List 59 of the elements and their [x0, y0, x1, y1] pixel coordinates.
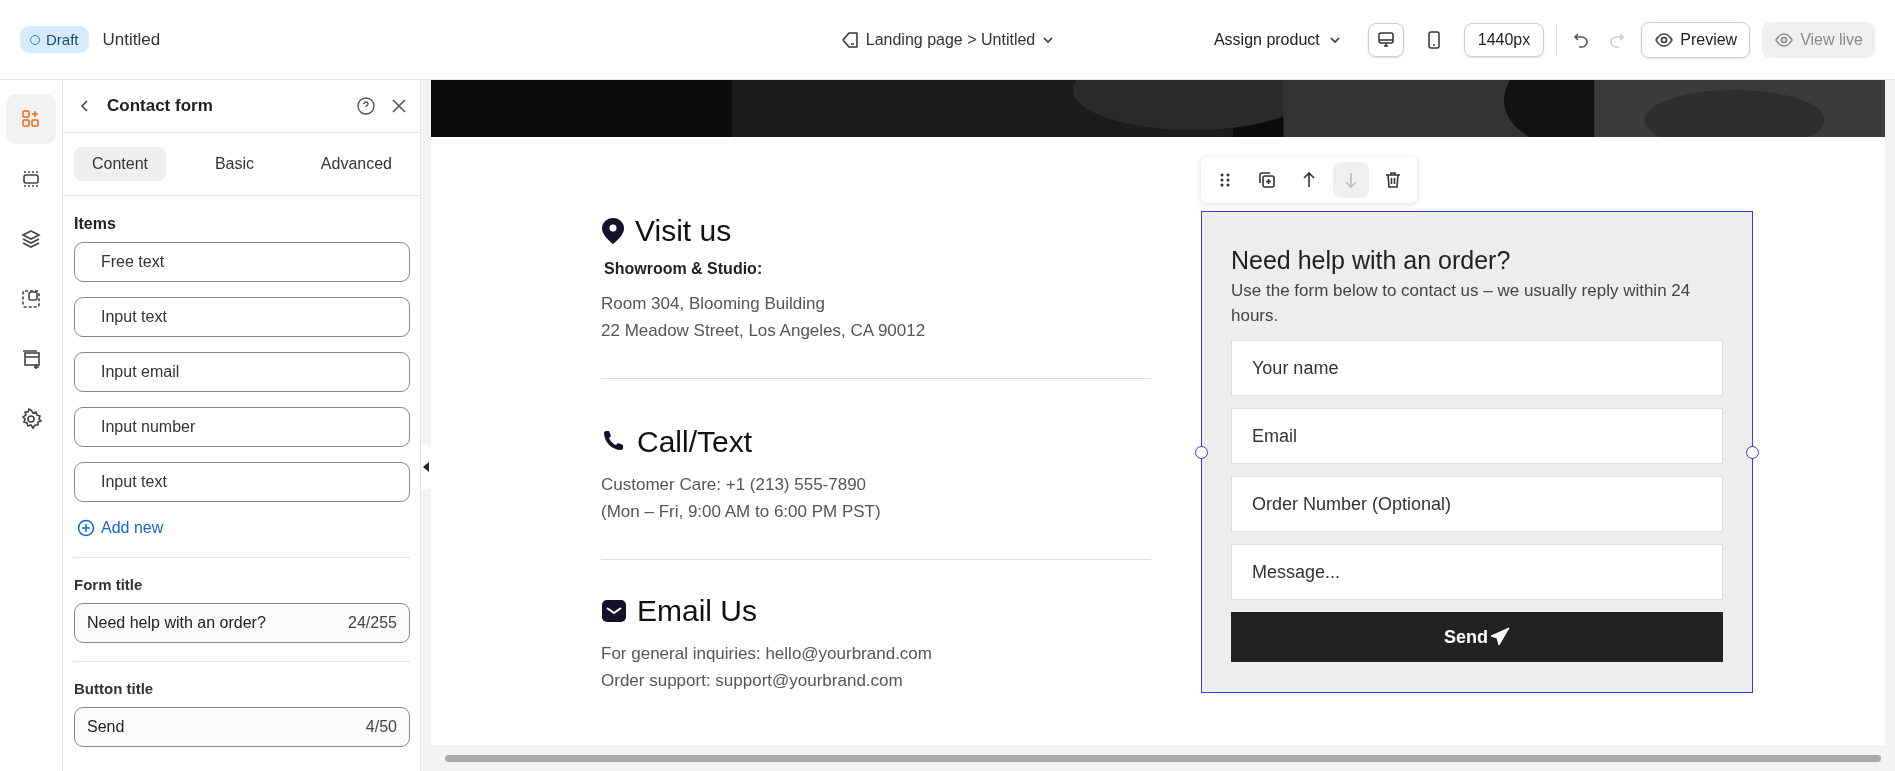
templates-icon: [20, 348, 42, 370]
layers-icon: [20, 228, 42, 250]
envelope-icon: [601, 599, 627, 623]
duplicate-icon: [1257, 170, 1277, 190]
close-icon[interactable]: [390, 97, 408, 115]
info-line: For general inquiries: hello@yourbrand.com: [601, 643, 933, 665]
section-heading: Email Us: [637, 594, 757, 628]
panel-tab[interactable]: Content: [74, 147, 167, 181]
tag-icon: [839, 29, 860, 50]
form-title-field[interactable]: Need help with an order? 24/255: [74, 603, 410, 643]
form-title: Need help with an order?: [1231, 246, 1512, 275]
form-item[interactable]: Input text: [74, 297, 410, 337]
add-new-link[interactable]: Add new: [74, 517, 167, 539]
info-line: (Mon – Fri, 9:00 AM to 6:00 PM PST): [601, 501, 882, 523]
width-field[interactable]: 1440px: [1463, 22, 1545, 57]
button-title-field[interactable]: Send 4/50: [74, 707, 410, 747]
elements-icon: [20, 288, 42, 310]
panel-tab[interactable]: Advanced: [302, 147, 410, 181]
paper-plane-icon: [1490, 627, 1510, 647]
section-subtitle: Showroom & Studio:: [604, 260, 764, 278]
page-selector[interactable]: Landing page > Untitled: [833, 28, 1062, 51]
info-line: Order support: support@yourbrand.com: [601, 670, 904, 692]
form-description: Use the form below to contact us – we usually reply within 24 hours.: [1231, 280, 1692, 327]
info-line: Customer Care: +1 (213) 555-7890: [601, 474, 868, 496]
send-button[interactable]: Send: [1231, 612, 1723, 662]
location-pin-icon: [601, 217, 625, 245]
add-icon: [20, 108, 42, 130]
trash-icon: [1383, 170, 1403, 190]
scrollbar[interactable]: [445, 754, 1881, 762]
collapse-handle[interactable]: [421, 444, 431, 490]
field-label: Form title: [74, 576, 144, 593]
form-item[interactable]: Input number: [74, 407, 410, 447]
field-label: Button title: [74, 680, 155, 697]
assign-product-dropdown[interactable]: Assign product: [1207, 29, 1348, 50]
section-heading: Call/Text: [637, 425, 753, 459]
info-line: Room 304, Blooming Building: [601, 293, 826, 315]
input-field[interactable]: Order Number (Optional): [1231, 476, 1723, 532]
panel-title: Contact form: [107, 96, 214, 116]
input-field[interactable]: Message...: [1231, 544, 1723, 600]
form-item[interactable]: Free text: [74, 242, 410, 282]
input-field[interactable]: Your name: [1231, 340, 1723, 396]
section-heading: Visit us: [635, 214, 732, 248]
desktop-view-button[interactable]: [1367, 22, 1404, 57]
add-tool-button[interactable]: [6, 94, 56, 144]
page-name: Untitled: [102, 29, 161, 50]
preview-button[interactable]: Preview: [1641, 21, 1751, 58]
section-label: Items: [74, 215, 117, 233]
form-item[interactable]: Input text: [74, 462, 410, 502]
info-line: 22 Meadow Street, Los Angeles, CA 90012: [601, 320, 927, 342]
plus-circle-icon: [77, 519, 95, 537]
sections-icon: [20, 168, 42, 190]
status-badge: Draft: [20, 26, 89, 53]
help-icon[interactable]: [356, 96, 376, 116]
input-field[interactable]: Email: [1231, 408, 1723, 464]
panel-tab[interactable]: Basic: [196, 147, 272, 181]
form-item[interactable]: Input email: [74, 352, 410, 392]
settings-icon: [20, 408, 42, 430]
monitor-icon: [1375, 29, 1396, 50]
contact-form-block[interactable]: Need help with an order? Use the form below to contact us – we usually reply within 24 hours. Your name Email Order Number (Optional) Message... Send: [1201, 211, 1753, 693]
